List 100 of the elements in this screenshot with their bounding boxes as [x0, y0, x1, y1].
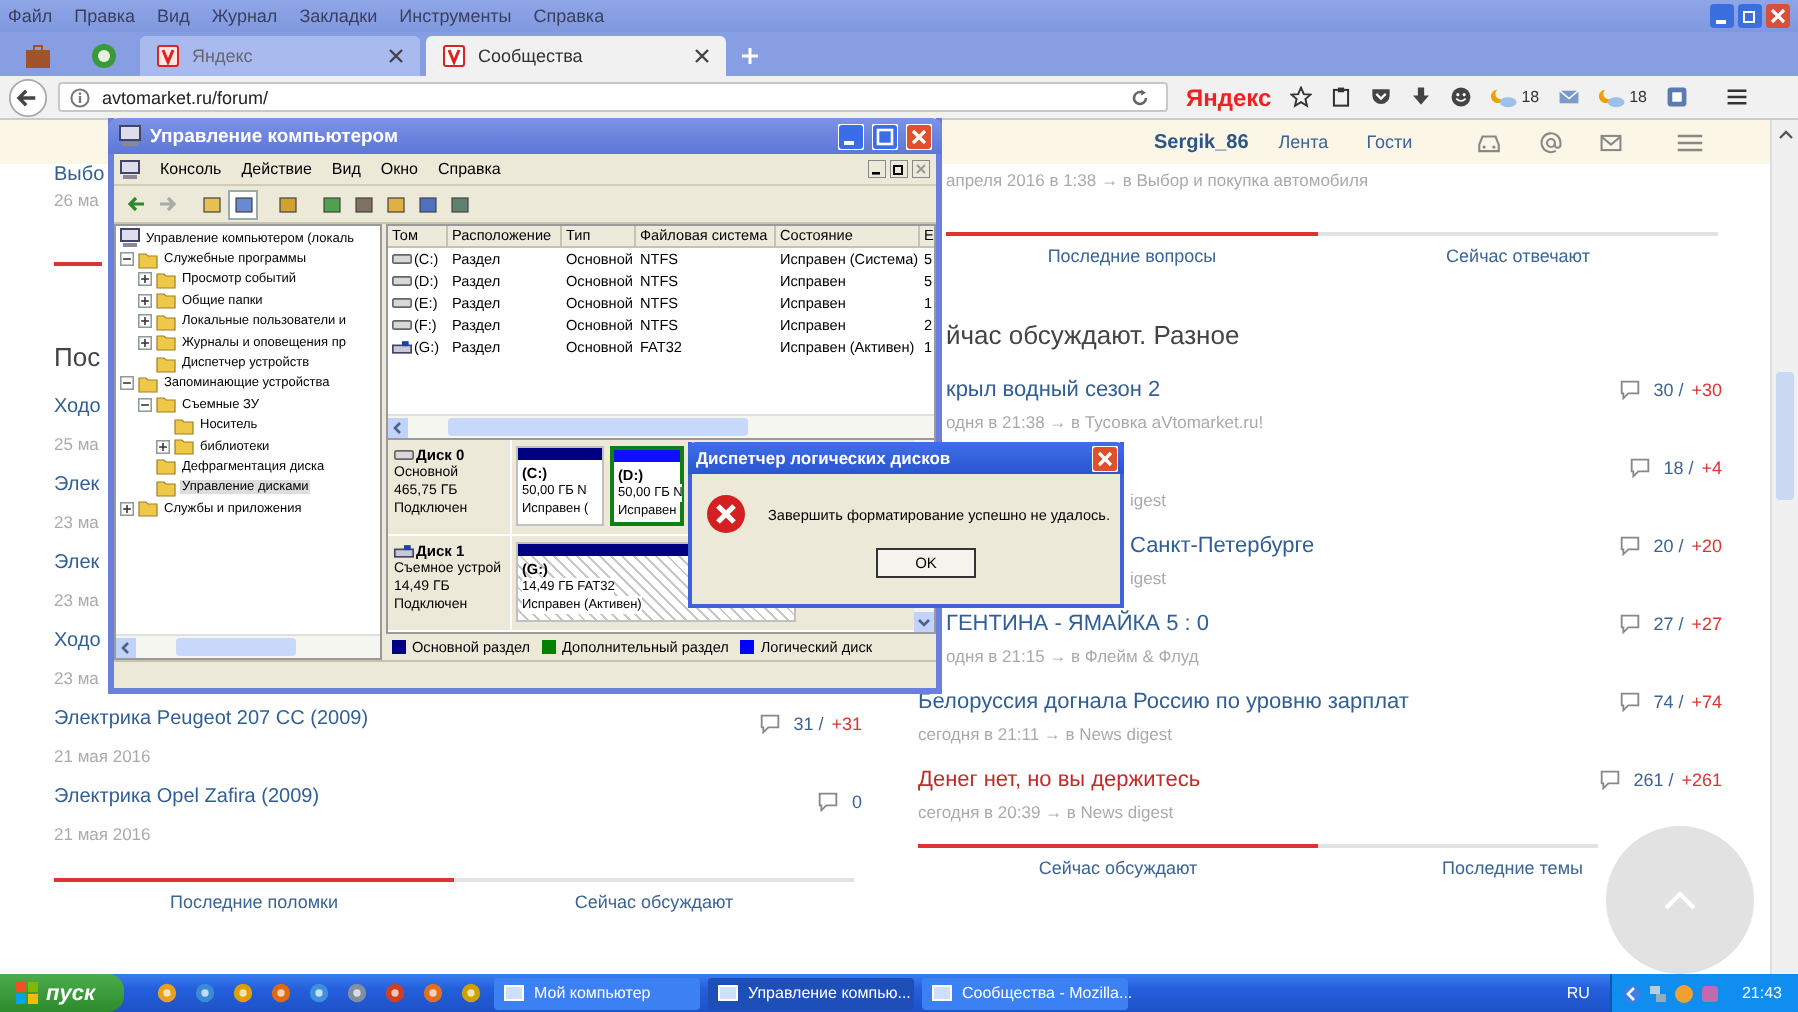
search-engine-logo[interactable]: Яндекс: [1186, 83, 1272, 111]
topic-meta: igest: [1130, 568, 1166, 588]
menu-item[interactable]: Закладки: [299, 6, 378, 26]
scroll-left-button[interactable]: [388, 417, 408, 437]
at-sign-icon[interactable]: [1540, 131, 1563, 153]
menu-item[interactable]: Окно: [380, 160, 418, 178]
topic-title[interactable]: Санкт-Петербурге: [1130, 534, 1315, 558]
scrollbar-thumb[interactable]: [1776, 372, 1794, 500]
page-scrollbar[interactable]: [1770, 120, 1798, 974]
download-icon[interactable]: [1409, 86, 1432, 108]
briefcase-icon: [24, 42, 52, 70]
section-tab[interactable]: Последние вопросы: [946, 232, 1318, 268]
expand-toggle[interactable]: [120, 252, 134, 267]
menu-item[interactable]: Справка: [533, 6, 605, 26]
clipboard-icon[interactable]: [1329, 86, 1352, 108]
mail-icon[interactable]: [1557, 86, 1580, 108]
section-tab[interactable]: Сейчас обсуждают: [918, 844, 1318, 880]
expand-toggle[interactable]: [156, 439, 170, 454]
launcher-icon[interactable]: [194, 982, 216, 1004]
start-button[interactable]: пуск: [0, 974, 124, 1012]
post-title[interactable]: Элек: [54, 552, 100, 574]
new-tab-button[interactable]: [740, 46, 760, 66]
maximize-button[interactable]: [872, 123, 898, 149]
close-button[interactable]: [1766, 4, 1790, 28]
launcher-icon[interactable]: [384, 982, 406, 1004]
taskbar-button[interactable]: Сообщества - Mozilla...: [922, 977, 1128, 1009]
section-tab[interactable]: Последние темы: [1318, 844, 1598, 880]
pocket-icon[interactable]: [1369, 86, 1392, 108]
post-title[interactable]: Ходо: [54, 396, 101, 418]
nav-link[interactable]: Лента: [1278, 132, 1329, 152]
menu-item[interactable]: Справка: [437, 160, 501, 178]
launcher-icon[interactable]: [460, 982, 482, 1004]
launcher-icon[interactable]: [346, 982, 368, 1004]
section-tab[interactable]: Сейчас обсуждают: [454, 878, 854, 914]
launcher-icon[interactable]: [232, 982, 254, 1004]
nav-link[interactable]: Гости: [1366, 132, 1413, 152]
window-icon: [504, 983, 524, 1003]
computer-icon: [118, 124, 142, 148]
expand-toggle[interactable]: [138, 293, 152, 308]
address-field[interactable]: avtomarket.ru/forum/: [58, 82, 1168, 112]
page-icon: [156, 44, 180, 68]
menu-item[interactable]: Правка: [74, 6, 136, 26]
launcher-icon[interactable]: [156, 982, 178, 1004]
topic-title[interactable]: Денег нет, но вы держитесь: [918, 768, 1201, 792]
toolbar-button[interactable]: [228, 189, 258, 219]
info-icon: [70, 87, 90, 107]
launcher-icon[interactable]: [308, 982, 330, 1004]
new-comment-count: +261: [1681, 770, 1722, 790]
taskbar-button[interactable]: Мой компьютер: [494, 977, 700, 1009]
chevron-left-icon[interactable]: [1621, 983, 1642, 1003]
expand-toggle[interactable]: [138, 335, 152, 350]
menu-item[interactable]: Инструменты: [399, 6, 512, 26]
launcher-icon[interactable]: [270, 982, 292, 1004]
post-title[interactable]: Элек: [54, 474, 100, 496]
minimize-button[interactable]: [868, 160, 886, 178]
post-title[interactable]: Выбо: [54, 164, 105, 186]
scroll-left-button[interactable]: [116, 637, 136, 657]
scroll-down-button[interactable]: [914, 612, 934, 632]
restore-button[interactable]: [890, 160, 908, 178]
reload-icon[interactable]: [1130, 87, 1150, 107]
topic-title[interactable]: Белоруссия догнала Россию по уровню зарплат: [918, 690, 1409, 714]
menu-item[interactable]: Вид: [157, 6, 190, 26]
menu-item[interactable]: Вид: [331, 160, 361, 178]
scroll-up-icon[interactable]: [1777, 128, 1793, 140]
post-title[interactable]: Ходо: [54, 630, 101, 652]
close-icon[interactable]: [694, 48, 710, 64]
comment-icon: [1619, 692, 1640, 712]
car-icon[interactable]: [1476, 131, 1503, 153]
expand-toggle[interactable]: [120, 376, 134, 391]
expand-toggle[interactable]: [138, 397, 152, 412]
menu-item[interactable]: Действие: [241, 160, 312, 178]
expand-toggle[interactable]: [138, 314, 152, 329]
menu-icon[interactable]: [1725, 86, 1747, 108]
expand-toggle[interactable]: [120, 501, 134, 516]
horizontal-scrollbar[interactable]: [388, 414, 934, 438]
comment-icon: [817, 792, 838, 812]
error-icon: [706, 494, 746, 534]
extension-icon[interactable]: [1665, 86, 1687, 108]
horizontal-scrollbar[interactable]: [116, 634, 380, 658]
back-button[interactable]: [8, 77, 48, 117]
smiley-icon[interactable]: [1449, 86, 1472, 108]
star-icon[interactable]: [1289, 86, 1312, 108]
post-title[interactable]: Электрика Peugeot 207 CC (2009): [54, 708, 369, 730]
taskbar-button[interactable]: Управление компью...: [708, 977, 914, 1009]
close-icon[interactable]: [388, 48, 404, 64]
launcher-icon[interactable]: [422, 982, 444, 1004]
section-tab[interactable]: Последние поломки: [54, 878, 454, 914]
menu-item[interactable]: Журнал: [211, 6, 278, 26]
expand-toggle[interactable]: [138, 272, 152, 287]
user-link[interactable]: Sergik_86: [1154, 131, 1249, 153]
mail-icon[interactable]: [1600, 131, 1623, 153]
browser-tab[interactable]: Сообщества: [426, 36, 726, 76]
post-title[interactable]: Электрика Opel Zafira (2009): [54, 786, 320, 808]
menu-item[interactable]: Консоль: [160, 160, 222, 178]
menu-item[interactable]: Файл: [8, 6, 53, 26]
language-indicator[interactable]: RU: [1566, 984, 1590, 1002]
topic-title[interactable]: крыл водный сезон 2: [946, 378, 1161, 402]
section-tab[interactable]: Сейчас отвечают: [1318, 232, 1718, 268]
page-icon: [442, 44, 466, 68]
topic-title[interactable]: ГЕНТИНА - ЯМАЙКА 5 : 0: [946, 612, 1209, 636]
